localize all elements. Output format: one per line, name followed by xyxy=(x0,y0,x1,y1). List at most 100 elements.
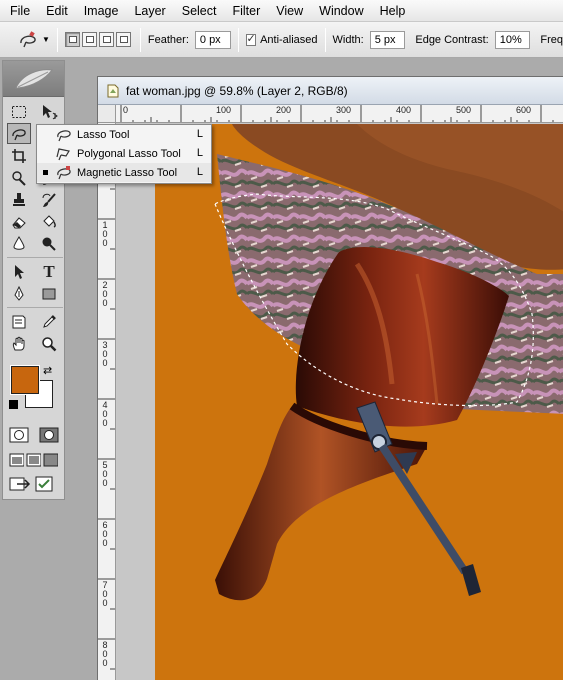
ruler-label: 3 0 0 xyxy=(102,340,108,368)
lasso-icon xyxy=(53,128,73,142)
paint-bucket-tool[interactable] xyxy=(37,211,61,232)
notes-tool[interactable] xyxy=(7,311,31,332)
color-swatches: ⇄ xyxy=(3,362,64,420)
quick-mask-mode-button[interactable] xyxy=(37,424,61,445)
dodge-tool[interactable] xyxy=(37,233,61,254)
standard-mode-icon xyxy=(9,427,29,442)
stamp-icon xyxy=(13,192,25,206)
shape-tool[interactable] xyxy=(37,283,61,304)
tool-preset-picker[interactable]: ▼ xyxy=(18,30,50,49)
chevron-down-icon: ▼ xyxy=(42,35,50,44)
menu-window[interactable]: Window xyxy=(311,0,371,22)
menu-filter[interactable]: Filter xyxy=(224,0,268,22)
separator xyxy=(324,27,326,52)
clone-stamp-tool[interactable] xyxy=(7,189,31,210)
document-icon xyxy=(107,84,119,97)
jump-to-imageready-icon[interactable] xyxy=(9,475,31,493)
full-screen-mode-icon[interactable] xyxy=(43,453,58,467)
swap-colors-icon[interactable]: ⇄ xyxy=(43,364,52,377)
selected-bullet-icon xyxy=(43,170,48,175)
separator xyxy=(139,27,141,52)
feather-input[interactable]: 0 px xyxy=(194,30,231,49)
standard-mode-button[interactable] xyxy=(7,424,31,445)
eyedropper-tool[interactable] xyxy=(37,311,61,332)
marquee-icon xyxy=(12,105,26,118)
healing-brush-tool[interactable] xyxy=(7,167,31,188)
frequency-label: Freq xyxy=(540,33,563,46)
polygonal-lasso-icon xyxy=(53,147,73,161)
flyout-item-magnetic-lasso[interactable]: Magnetic Lasso Tool L xyxy=(37,163,211,182)
toolbox-divider xyxy=(7,307,63,308)
intersect-selection-button[interactable] xyxy=(115,32,131,47)
new-selection-button[interactable] xyxy=(64,32,80,47)
bridge-icon[interactable] xyxy=(35,475,53,493)
default-colors-icon[interactable] xyxy=(9,400,18,409)
ruler-label: 300 xyxy=(336,105,352,115)
quick-mask-icon xyxy=(39,427,59,442)
standard-screen-mode-icon[interactable] xyxy=(9,453,24,467)
options-bar: ▼ Feather: 0 px Anti-aliased Width: 5 px… xyxy=(0,22,563,58)
ruler-label: 8 0 0 xyxy=(102,640,108,668)
ruler-label: 400 xyxy=(396,105,412,115)
menu-image[interactable]: Image xyxy=(76,0,127,22)
vertical-ruler[interactable]: 0 1 0 0 2 0 0 3 0 0 4 0 0 5 0 0 6 0 0 7 … xyxy=(98,123,116,680)
ruler-label: 0 xyxy=(123,105,129,115)
menu-layer[interactable]: Layer xyxy=(126,0,173,22)
history-brush-icon xyxy=(42,192,56,207)
blur-tool[interactable] xyxy=(7,233,31,254)
separator xyxy=(237,27,239,52)
eyedropper-icon xyxy=(43,314,56,328)
pen-tool[interactable] xyxy=(7,283,31,304)
marquee-tool[interactable] xyxy=(7,101,31,122)
move-icon xyxy=(43,104,58,119)
ruler-label: 2 0 0 xyxy=(102,280,108,308)
width-input[interactable]: 5 px xyxy=(369,30,406,49)
jump-to-group xyxy=(3,471,64,497)
type-tool[interactable]: T xyxy=(37,261,61,282)
eraser-icon xyxy=(12,216,26,228)
ruler-corner[interactable] xyxy=(98,105,116,123)
menu-edit[interactable]: Edit xyxy=(38,0,76,22)
width-label: Width: xyxy=(332,33,364,46)
menu-bar: File Edit Image Layer Select Filter View… xyxy=(0,0,563,22)
hand-icon xyxy=(12,336,25,350)
magnetic-lasso-icon xyxy=(53,165,73,180)
horizontal-ruler[interactable]: 0 100 200 300 400 500 600 xyxy=(116,105,563,123)
blur-icon xyxy=(13,235,25,250)
menu-view[interactable]: View xyxy=(268,0,311,22)
flyout-item-polygonal-lasso[interactable]: Polygonal Lasso Tool L xyxy=(37,144,211,163)
zoom-tool[interactable] xyxy=(37,333,61,354)
document-title-bar[interactable]: fat woman.jpg @ 59.8% (Layer 2, RGB/8) xyxy=(98,77,563,105)
eraser-tool[interactable] xyxy=(7,211,31,232)
toolbox-header[interactable] xyxy=(3,61,64,97)
path-selection-tool[interactable] xyxy=(7,261,31,282)
menu-help[interactable]: Help xyxy=(372,0,414,22)
add-to-selection-button[interactable] xyxy=(81,32,97,47)
magnetic-lasso-icon xyxy=(12,128,26,140)
menu-file[interactable]: File xyxy=(2,0,38,22)
zoom-icon xyxy=(42,336,57,351)
maximized-screen-mode-icon[interactable] xyxy=(26,453,41,467)
antialias-label: Anti-aliased xyxy=(260,33,318,46)
history-brush-tool[interactable] xyxy=(37,189,61,210)
magnetic-lasso-icon xyxy=(20,30,36,47)
foreground-color-swatch[interactable] xyxy=(10,365,40,395)
edge-contrast-input[interactable]: 10% xyxy=(494,30,531,49)
feather-logo-icon xyxy=(14,68,53,88)
subtract-from-selection-button[interactable] xyxy=(98,32,114,47)
ruler-label: 5 0 0 xyxy=(102,460,108,488)
flyout-item-lasso[interactable]: Lasso Tool L xyxy=(37,125,211,144)
type-icon: T xyxy=(43,261,55,281)
feather-label: Feather: xyxy=(147,33,189,46)
move-tool[interactable] xyxy=(37,101,61,122)
hand-tool[interactable] xyxy=(7,333,31,354)
menu-select[interactable]: Select xyxy=(174,0,225,22)
ruler-label: 500 xyxy=(456,105,472,115)
lasso-tool-flyout: Lasso Tool L Polygonal Lasso Tool L Magn… xyxy=(36,124,212,184)
ruler-label: 200 xyxy=(276,105,292,115)
image-canvas[interactable] xyxy=(117,124,563,680)
lasso-tool[interactable] xyxy=(7,123,31,144)
antialias-checkbox[interactable] xyxy=(245,32,257,46)
flyout-item-label: Magnetic Lasso Tool xyxy=(77,166,178,179)
crop-tool[interactable] xyxy=(7,145,31,166)
